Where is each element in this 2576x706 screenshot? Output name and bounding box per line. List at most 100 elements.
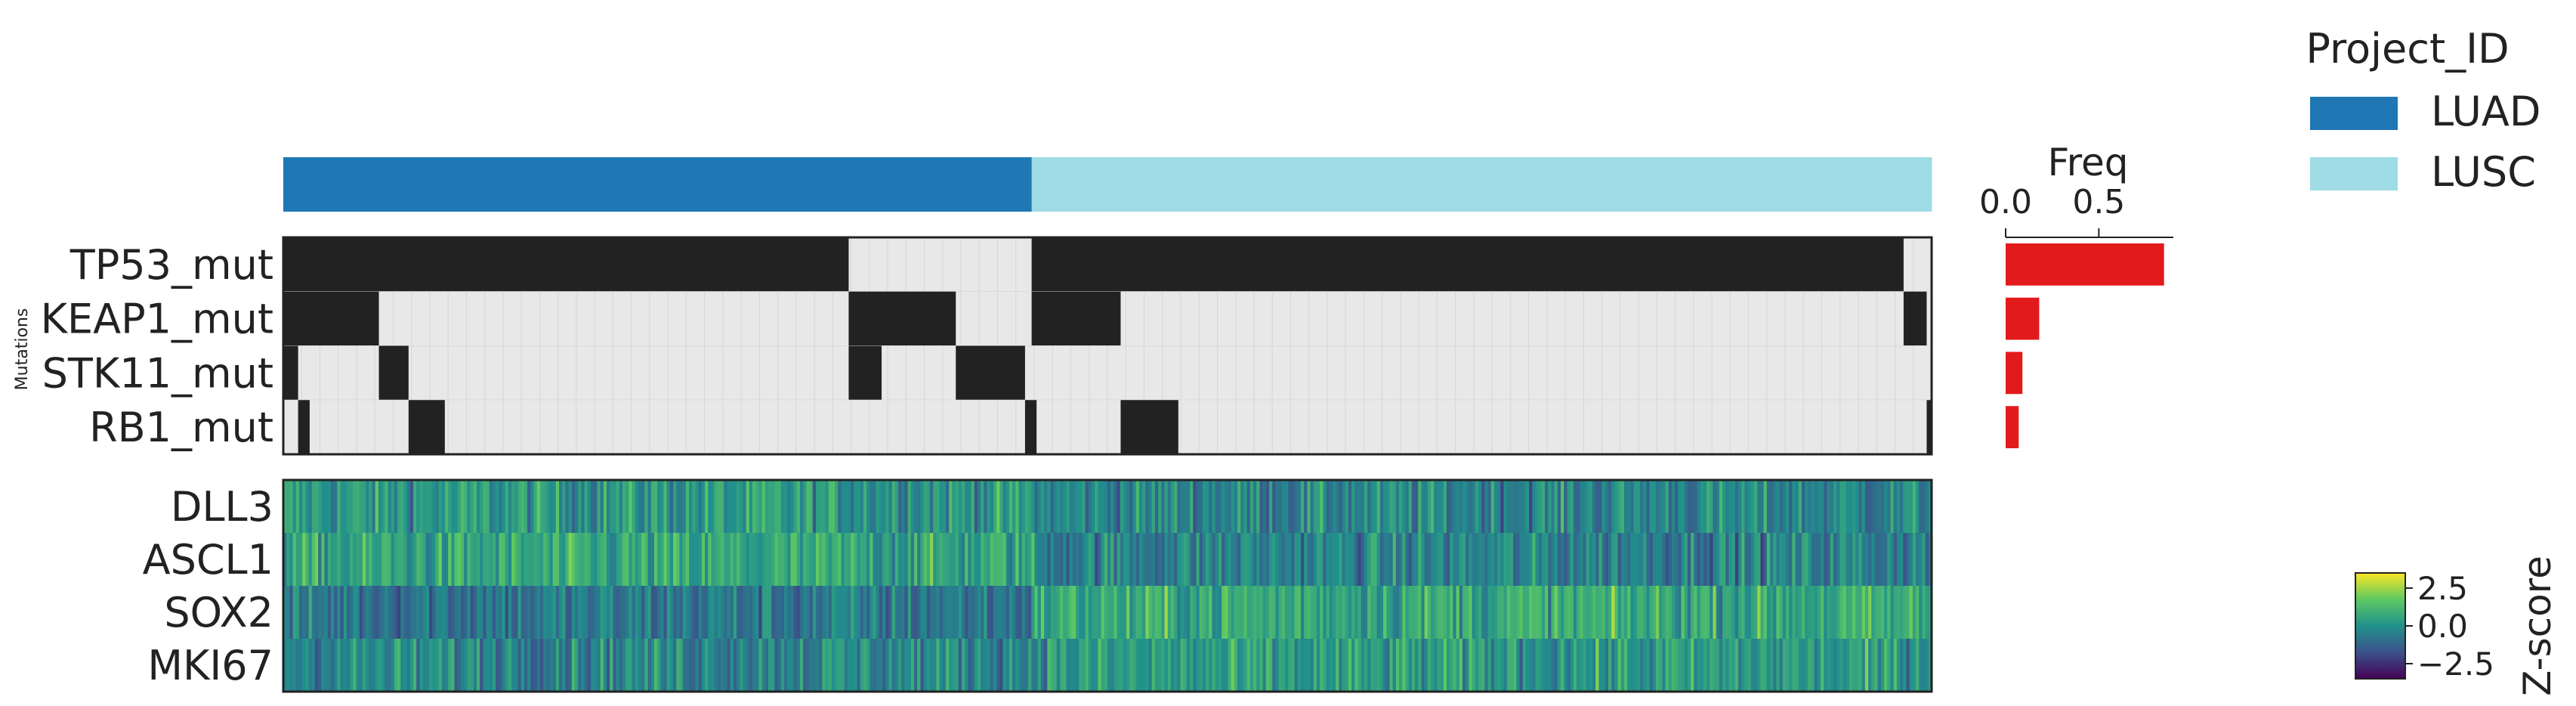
- expression-cell: [1034, 639, 1039, 692]
- expression-cell: [882, 586, 886, 639]
- expression-panel: DLL3ASCL1SOX2MKI67: [143, 478, 1933, 693]
- expression-cell: [1196, 533, 1200, 586]
- expression-cell: [1649, 480, 1654, 533]
- expression-cell: [1611, 533, 1615, 586]
- expression-cell: [1817, 639, 1821, 692]
- expression-cell: [1719, 533, 1723, 586]
- expression-cell: [796, 639, 801, 692]
- expression-cell: [1291, 586, 1296, 639]
- expression-cell: [1747, 533, 1752, 586]
- expression-cell: [1329, 639, 1333, 692]
- expression-cell: [1577, 639, 1580, 692]
- expression-cell: [891, 586, 896, 639]
- expression-cell: [1557, 639, 1561, 692]
- expression-cell: [764, 639, 769, 692]
- expression-cell: [1218, 639, 1222, 692]
- expression-cell: [571, 586, 576, 639]
- expression-cell: [952, 480, 956, 533]
- expression-cell: [1379, 480, 1384, 533]
- expression-cell: [1506, 533, 1511, 586]
- frequency-bar: [2006, 243, 2164, 286]
- expression-cell: [1132, 639, 1137, 692]
- expression-cell: [1871, 586, 1876, 639]
- expression-cell: [457, 586, 462, 639]
- expression-cell: [866, 480, 870, 533]
- expression-cell: [1389, 533, 1394, 586]
- expression-cell: [1373, 586, 1378, 639]
- expression-cell: [286, 639, 290, 692]
- expression-cell: [362, 533, 366, 586]
- expression-cell: [530, 480, 535, 533]
- expression-cell: [844, 639, 848, 692]
- expression-cell: [1389, 586, 1394, 639]
- expression-cell: [1142, 639, 1146, 692]
- expression-cell: [1814, 533, 1818, 586]
- expression-cell: [774, 639, 779, 692]
- expression-cell: [505, 480, 509, 533]
- expression-cell: [1389, 480, 1394, 533]
- expression-cell: [1056, 480, 1061, 533]
- expression-cell: [413, 586, 417, 639]
- expression-cell: [1744, 586, 1749, 639]
- expression-cell: [1700, 586, 1704, 639]
- expression-cell: [1551, 480, 1555, 533]
- expression-cell: [1887, 639, 1892, 692]
- expression-cell: [1887, 480, 1892, 533]
- expression-cell: [432, 533, 437, 586]
- expression-cell: [1012, 586, 1016, 639]
- expression-cell: [1852, 480, 1856, 533]
- expression-cell: [682, 480, 687, 533]
- expression-cell: [1249, 533, 1254, 586]
- expression-cell: [1177, 639, 1181, 692]
- mutation-block: [408, 400, 445, 454]
- expression-cell: [1513, 639, 1517, 692]
- expression-cell: [1345, 533, 1349, 586]
- expression-cell: [1034, 586, 1039, 639]
- expression-cell: [1164, 639, 1169, 692]
- expression-cell: [894, 480, 899, 533]
- expression-cell: [314, 639, 319, 692]
- expression-cell: [1246, 533, 1251, 586]
- expression-cell: [409, 639, 414, 692]
- expression-cell: [388, 533, 392, 586]
- expression-cell: [676, 586, 681, 639]
- expression-cell: [445, 639, 449, 692]
- expression-cell: [334, 586, 338, 639]
- expression-cell: [1801, 586, 1805, 639]
- expression-cell: [1294, 480, 1299, 533]
- expression-cell: [1269, 586, 1273, 639]
- expression-cell: [1222, 480, 1225, 533]
- expression-cell: [1871, 533, 1876, 586]
- expression-cell: [1849, 480, 1853, 533]
- expression-cell: [904, 586, 909, 639]
- expression-cell: [695, 533, 700, 586]
- annotation-segment-lusc: [1031, 157, 1932, 212]
- expression-cell: [388, 639, 392, 692]
- expression-cell: [1092, 639, 1095, 692]
- expression-cell: [1063, 586, 1067, 639]
- expression-cell: [635, 639, 639, 692]
- expression-cell: [825, 639, 829, 692]
- expression-cell: [460, 639, 465, 692]
- expression-cell: [1554, 533, 1558, 586]
- expression-cell: [1262, 533, 1267, 586]
- expression-cell: [448, 639, 452, 692]
- expression-cell: [724, 533, 728, 586]
- expression-cell: [638, 533, 642, 586]
- expression-cell: [1493, 586, 1498, 639]
- expression-cell: [1852, 586, 1856, 639]
- expression-cell: [809, 533, 814, 586]
- expression-cell: [1336, 480, 1339, 533]
- expression-cell: [625, 533, 629, 586]
- expression-cell: [1186, 586, 1191, 639]
- expression-cell: [397, 533, 401, 586]
- expression-cell: [711, 480, 715, 533]
- expression-cell: [1817, 480, 1821, 533]
- expression-cell: [647, 639, 652, 692]
- expression-cell: [1871, 480, 1876, 533]
- expression-cell: [647, 586, 652, 639]
- expression-cell: [1376, 480, 1381, 533]
- expression-cell: [454, 533, 459, 586]
- expression-cell: [1830, 480, 1834, 533]
- expression-cell: [1272, 639, 1276, 692]
